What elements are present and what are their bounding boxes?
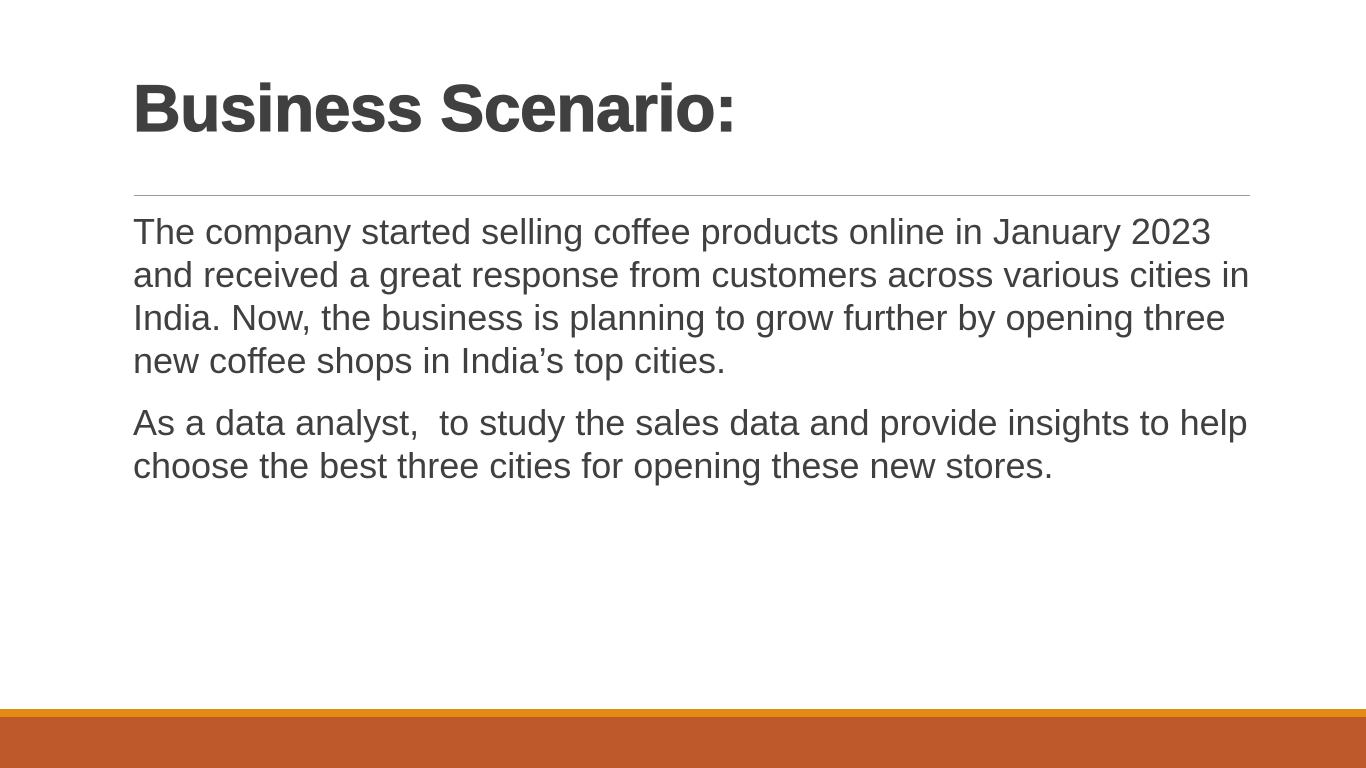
slide-title: Business Scenario:: [132, 70, 737, 145]
body-paragraph-1: The company started selling coffee produ…: [133, 211, 1260, 381]
slide-body: The company started selling coffee produ…: [133, 210, 1253, 506]
footer-accent-bar: [0, 717, 1366, 768]
body-paragraph-2: As a data analyst, to study the sales da…: [133, 402, 1258, 486]
title-divider: [134, 195, 1250, 196]
footer-accent-stripe: [0, 709, 1366, 717]
presentation-slide: Business Scenario: The company started s…: [0, 0, 1366, 768]
